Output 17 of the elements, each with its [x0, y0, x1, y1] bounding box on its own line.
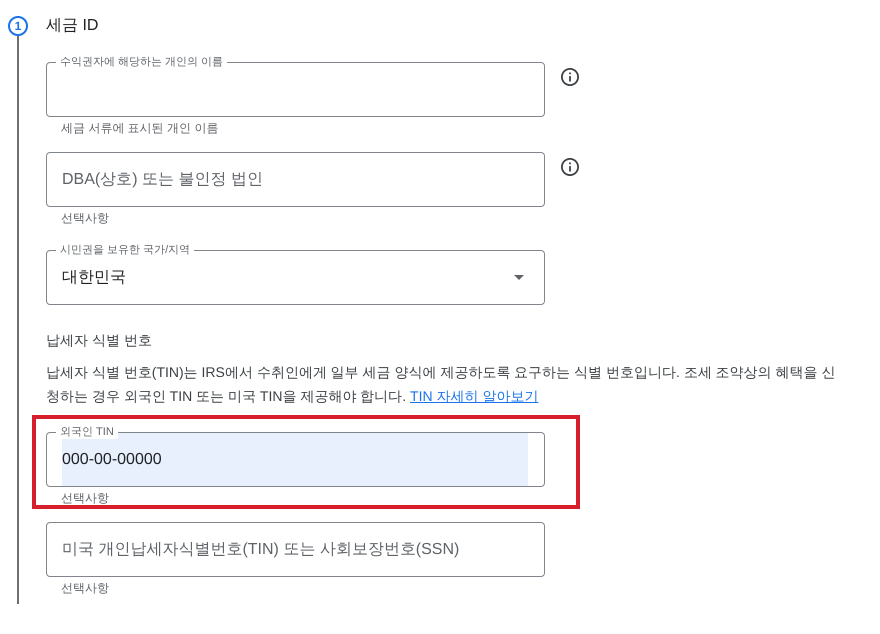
field-label: 수익권자에 해당하는 개인의 이름: [56, 55, 228, 69]
description-text: 납세자 식별 번호(TIN)는 IRS에서 수취인에게 일부 세금 양식에 제공하도록 요구하는 식별 번호입니다. 조세 조약상의 혜택을 신청하는 경우 외국인 TIN 또는 미국 TIN을 제공해야 합니다. TIN 자세히 알아보기: [46, 363, 836, 406]
helper-text: 선택사항: [61, 580, 109, 596]
input-field[interactable]: 미국 개인납세자식별번호(TIN) 또는 사회보장번호(SSN): [46, 522, 545, 577]
section-title: 세금 ID: [46, 16, 98, 36]
helper-text: 선택사항: [61, 490, 109, 506]
learn-more-link[interactable]: TIN 자세히 알아보기: [410, 388, 538, 404]
field-label: 시민권을 보유한 국가/지역: [56, 243, 194, 257]
input-field[interactable]: DBA(상호) 또는 불인정 법인: [46, 152, 545, 207]
info-icon[interactable]: [561, 68, 579, 86]
info-icon[interactable]: [561, 158, 579, 176]
field-label: 외국인 TIN: [56, 425, 118, 439]
section-heading: 납세자 식별 번호: [46, 331, 152, 350]
step-badge: 1: [8, 16, 28, 36]
caret-icon: [514, 275, 524, 280]
helper-text: 선택사항: [61, 210, 109, 226]
helper-text: 세금 서류에 표시된 개인 이름: [61, 120, 218, 136]
